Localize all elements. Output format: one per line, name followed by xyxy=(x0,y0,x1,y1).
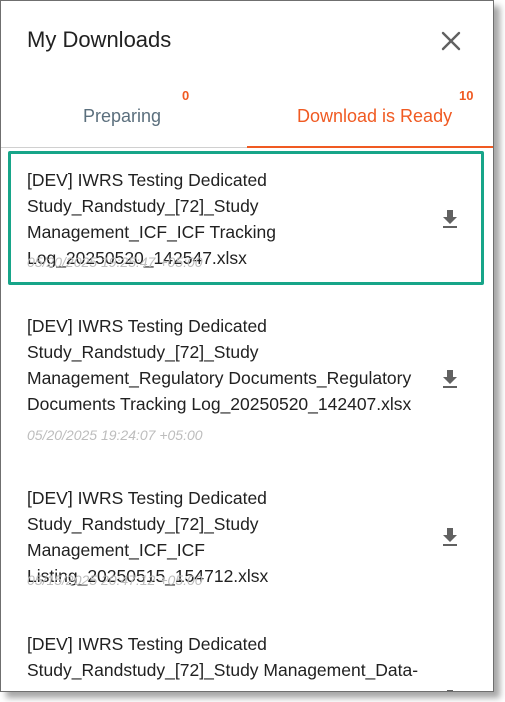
tab-download-ready-count: 10 xyxy=(459,88,474,103)
download-timestamp: 05/15/2025 20:47:12 +05:00 xyxy=(27,572,203,588)
download-button[interactable] xyxy=(441,689,459,691)
downloads-list: [DEV] IWRS Testing Dedicated Study_Rands… xyxy=(1,148,493,691)
close-icon xyxy=(441,31,461,51)
download-button[interactable] xyxy=(441,209,459,229)
tab-bar: Preparing 0 Download is Ready 10 xyxy=(1,79,493,148)
download-item[interactable]: [DEV] IWRS Testing Dedicated Study_Rands… xyxy=(1,295,493,465)
download-timestamp: 05/20/2025 19:24:07 +05:00 xyxy=(27,427,203,443)
tab-preparing-count: 0 xyxy=(182,88,190,103)
panel-title: My Downloads xyxy=(27,27,172,52)
download-item[interactable]: [DEV] IWRS Testing Dedicated Study_Rands… xyxy=(1,467,493,637)
close-button[interactable] xyxy=(437,27,465,55)
download-file-name: [DEV] IWRS Testing Dedicated Study_Rands… xyxy=(27,634,419,680)
download-button[interactable] xyxy=(441,527,459,547)
download-icon xyxy=(447,690,453,691)
download-icon xyxy=(443,210,457,228)
tab-download-ready[interactable]: Download is Ready 10 xyxy=(247,79,493,148)
tab-download-ready-label: Download is Ready xyxy=(297,106,453,126)
download-item[interactable]: [DEV] IWRS Testing Dedicated Study_Rands… xyxy=(1,613,493,691)
download-icon xyxy=(443,528,457,546)
tab-preparing-label: Preparing xyxy=(83,106,162,126)
tab-preparing[interactable]: Preparing 0 xyxy=(1,79,247,147)
download-timestamp: 05/20/2025 19:25:47 +05:00 xyxy=(27,254,203,270)
download-item[interactable]: [DEV] IWRS Testing Dedicated Study_Rands… xyxy=(1,148,493,293)
panel-header: My Downloads xyxy=(1,1,493,79)
downloads-panel: My Downloads Preparing 0 Download is Rea… xyxy=(0,0,494,692)
download-icon xyxy=(443,370,457,388)
download-button[interactable] xyxy=(441,369,459,389)
download-file-name: [DEV] IWRS Testing Dedicated Study_Rands… xyxy=(27,316,412,414)
